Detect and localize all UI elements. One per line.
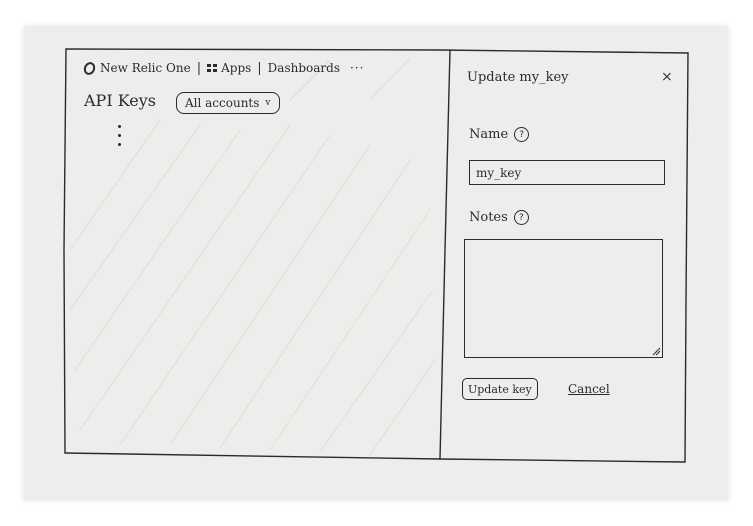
chevron-down-icon: v: [265, 98, 271, 108]
account-filter-dropdown[interactable]: All accounts v: [176, 92, 280, 114]
frame-left-edge: [63, 48, 67, 454]
cancel-link[interactable]: Cancel: [568, 382, 610, 396]
notes-label-text: Notes: [469, 210, 508, 225]
nav-apps-link[interactable]: Apps: [207, 61, 251, 75]
nav-apps-label: Apps: [221, 61, 252, 75]
notes-textarea[interactable]: [464, 239, 663, 358]
close-icon[interactable]: ×: [661, 70, 673, 84]
kebab-menu-icon[interactable]: [116, 125, 122, 146]
apps-grid-icon: [207, 64, 218, 72]
frame-bottom-edge: [64, 452, 686, 463]
frame-top-edge: [65, 48, 689, 54]
top-nav: New Relic One | Apps | Dashboards ···: [81, 59, 364, 77]
panel-divider: [439, 49, 451, 460]
name-input[interactable]: [469, 160, 665, 185]
account-filter-label: All accounts: [185, 96, 260, 110]
name-field-label: Name ?: [469, 127, 530, 142]
help-icon[interactable]: ?: [514, 127, 530, 142]
page-title: API Keys: [84, 91, 156, 110]
new-relic-logo-icon: [81, 59, 98, 77]
nav-dashboards-link[interactable]: Dashboards: [268, 61, 340, 75]
nav-more-icon[interactable]: ···: [350, 61, 364, 75]
panel-title: Update my_key: [467, 70, 569, 85]
frame-right-edge: [684, 52, 689, 463]
nav-separator: |: [257, 60, 262, 76]
help-icon[interactable]: ?: [513, 210, 529, 225]
resize-handle-icon[interactable]: [651, 346, 661, 356]
notes-field-label: Notes ?: [469, 210, 529, 225]
update-key-button[interactable]: Update key: [462, 378, 538, 400]
pencil-hatching: [69, 57, 436, 456]
nav-brand-link[interactable]: New Relic One: [100, 61, 191, 75]
nav-separator: |: [196, 60, 202, 76]
name-label-text: Name: [469, 127, 509, 142]
